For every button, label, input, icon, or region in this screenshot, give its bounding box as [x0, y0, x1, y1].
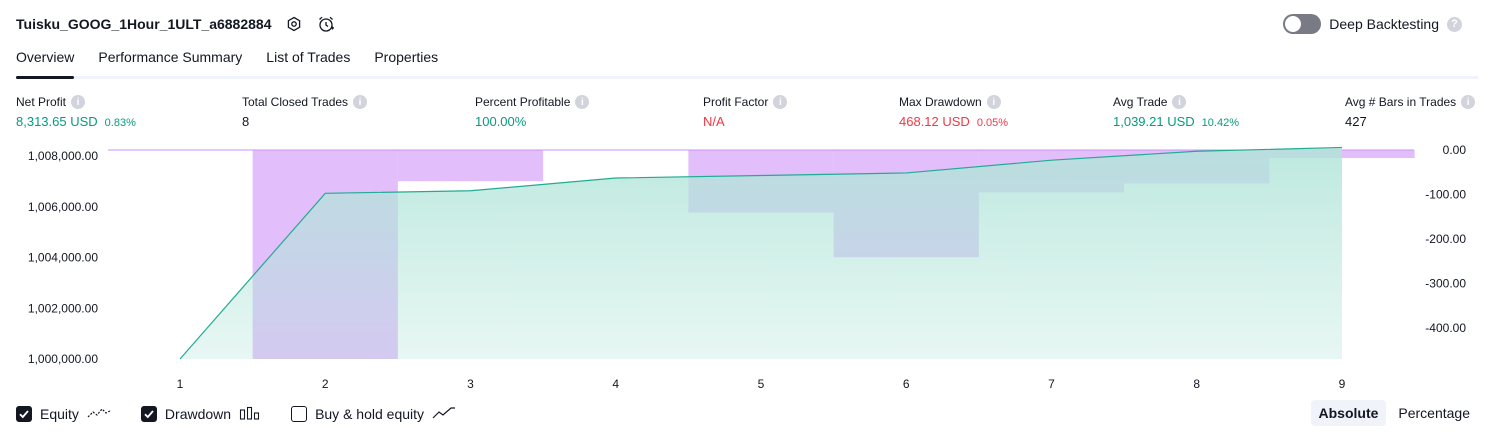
info-icon[interactable]: i [575, 95, 590, 109]
x-tick-label: 5 [758, 377, 765, 391]
x-tick-label: 8 [1193, 377, 1200, 391]
y-right-tick-label: -200.00 [1425, 232, 1466, 246]
x-tick-label: 4 [612, 377, 619, 391]
metric-value: 100.00% [475, 114, 527, 129]
y-right-tick-label: -100.00 [1425, 188, 1466, 202]
legend-buy-hold-label: Buy & hold equity [315, 406, 425, 422]
info-icon[interactable]: i [1461, 95, 1476, 109]
legend-equity-label: Equity [40, 406, 79, 422]
drawdown-bar [397, 150, 544, 182]
metric-value: 8 [242, 114, 250, 129]
tab-performance-summary[interactable]: Performance Summary [98, 44, 242, 76]
metric-max-drawdown: Max Drawdown i 468.12 USD 0.05% [899, 94, 1008, 129]
metric-label: Avg Trade [1113, 95, 1168, 109]
metric-percent: 0.83% [104, 117, 136, 129]
metric-label: Percent Profitable [475, 95, 571, 109]
legend-buy-hold[interactable]: Buy & hold equity [291, 406, 456, 423]
y-right-tick-label: -300.00 [1425, 277, 1466, 291]
deep-backtesting-control: Deep Backtesting ? [1283, 12, 1462, 36]
info-icon[interactable]: i [1172, 95, 1187, 109]
buy-hold-checkbox[interactable] [291, 406, 308, 422]
y-left-tick-label: 1,002,000.00 [28, 301, 98, 315]
y-left-tick-label: 1,000,000.00 [28, 352, 98, 366]
drawdown-bars-icon [239, 406, 261, 423]
percentage-button[interactable]: Percentage [1390, 400, 1478, 426]
metric-total-closed-trades: Total Closed Trades i 8 [242, 94, 368, 129]
x-tick-label: 3 [467, 377, 474, 391]
settings-icon[interactable] [285, 15, 303, 33]
strategy-title: Tuisku_GOOG_1Hour_1ULT_a6882884 [16, 16, 272, 32]
y-right-tick-label: -400.00 [1425, 321, 1466, 335]
report-header: Tuisku_GOOG_1Hour_1ULT_a6882884 Deep Bac… [16, 12, 1478, 36]
buy-hold-line-icon [432, 406, 456, 423]
metric-label: Profit Factor [703, 95, 769, 109]
value-mode-switch: Absolute Percentage [1310, 400, 1479, 426]
x-tick-label: 2 [322, 377, 329, 391]
y-left-tick-label: 1,004,000.00 [28, 251, 98, 265]
metric-net-profit: Net Profit i 8,313.65 USD 0.83% [16, 94, 136, 129]
drawdown-checkbox[interactable] [140, 406, 157, 422]
absolute-button[interactable]: Absolute [1310, 400, 1387, 426]
report-tabs: Overview Performance Summary List of Tra… [16, 44, 1478, 79]
metric-percent-profitable: Percent Profitable i 100.00% [475, 94, 590, 129]
metric-label: Avg # Bars in Trades [1345, 95, 1457, 109]
y-right-tick-label: 0.00 [1443, 143, 1467, 157]
metric-value: N/A [703, 114, 725, 129]
alarm-clock-icon[interactable] [317, 15, 335, 33]
tab-list-of-trades[interactable]: List of Trades [266, 44, 350, 76]
info-icon[interactable]: i [986, 95, 1001, 109]
metric-label: Net Profit [16, 95, 67, 109]
equity-line-icon [87, 406, 111, 423]
legend-equity[interactable]: Equity [16, 406, 111, 423]
metric-profit-factor: Profit Factor i N/A [703, 94, 788, 129]
info-icon[interactable]: i [71, 95, 86, 109]
y-left-tick-label: 1,006,000.00 [28, 200, 98, 214]
equity-checkbox[interactable] [16, 406, 32, 422]
x-tick-label: 6 [903, 377, 910, 391]
metric-percent: 0.05% [976, 117, 1009, 129]
metric-value: 8,313.65 USD [16, 114, 98, 129]
y-left-tick-label: 1,008,000.00 [28, 149, 98, 163]
metric-avg-trade: Avg Trade i 1,039.21 USD 10.42% [1113, 94, 1239, 129]
metric-label: Total Closed Trades [242, 95, 349, 109]
x-tick-label: 9 [1339, 377, 1346, 391]
info-icon[interactable]: i [353, 95, 368, 109]
metric-label: Max Drawdown [899, 95, 982, 109]
info-icon[interactable]: i [773, 95, 788, 109]
metric-value: 468.12 USD [899, 114, 970, 129]
x-tick-label: 7 [1048, 377, 1055, 391]
tab-overview[interactable]: Overview [16, 44, 75, 79]
legend-drawdown[interactable]: Drawdown [140, 406, 261, 423]
metric-value: 1,039.21 USD [1113, 114, 1195, 129]
metric-value: 427 [1345, 114, 1367, 129]
deep-backtesting-label: Deep Backtesting [1329, 16, 1439, 32]
metric-avg-bars: Avg # Bars in Trades i 427 [1345, 94, 1476, 129]
x-tick-label: 1 [177, 377, 184, 391]
tab-properties[interactable]: Properties [374, 44, 438, 76]
legend-drawdown-label: Drawdown [164, 406, 232, 422]
help-icon[interactable]: ? [1447, 16, 1462, 32]
deep-backtesting-toggle[interactable] [1283, 14, 1322, 34]
equity-drawdown-chart[interactable]: 1,008,000.00 1,006,000.00 1,004,000.00 1,00… [0, 140, 1494, 398]
metric-percent: 10.42% [1201, 117, 1239, 129]
chart-legend: Equity Drawdown Buy & hold equity [16, 403, 486, 425]
